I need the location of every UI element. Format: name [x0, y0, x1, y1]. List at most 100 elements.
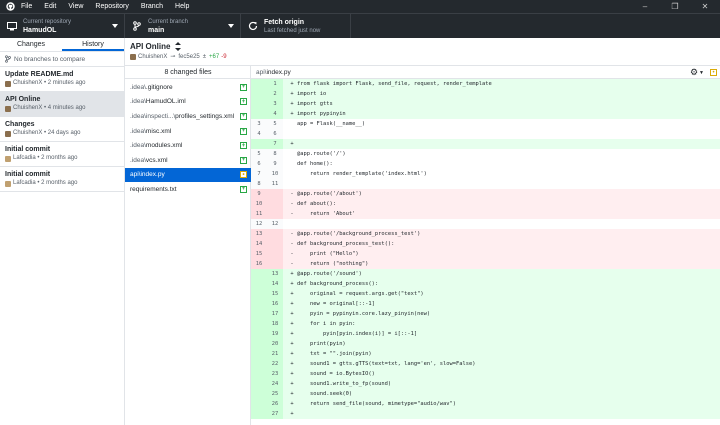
new-line-number: 8: [267, 149, 283, 159]
old-line-number: 4: [251, 129, 267, 139]
diff-line[interactable]: 14 + def background_process():: [251, 279, 720, 289]
diff-settings-button[interactable]: ⚙ ▼: [690, 68, 704, 77]
diff-line[interactable]: 20 + print(pyin): [251, 339, 720, 349]
file-modified-icon: •: [710, 69, 717, 76]
commit-list-item[interactable]: Initial commit Lafcadia • 2 months ago: [0, 167, 124, 192]
diff-marker: +: [290, 411, 294, 417]
current-branch-button[interactable]: Current branch main: [125, 14, 241, 38]
diff-marker: -: [290, 261, 294, 267]
diff-code: def home():: [297, 161, 333, 167]
diff-line[interactable]: 18 + for i in pyin:: [251, 319, 720, 329]
menu-view[interactable]: View: [68, 3, 83, 10]
old-line-number: [251, 139, 267, 149]
diff-marker: -: [290, 211, 294, 217]
diff-code: txt = "".join(pyin): [297, 351, 372, 357]
fetch-origin-button[interactable]: Fetch origin Last fetched just now: [241, 14, 351, 38]
diff-line[interactable]: 6 9 def home():: [251, 159, 720, 169]
old-line-number: 16: [251, 259, 267, 269]
diff-line[interactable]: 1 + from flask import Flask, send_file, re…: [251, 79, 720, 89]
menu-edit[interactable]: Edit: [44, 3, 56, 10]
diff-line[interactable]: 15 - print ("Hello"): [251, 249, 720, 259]
commit-summary-author: ChuishenX: [138, 53, 168, 60]
file-added-icon: +: [240, 112, 247, 120]
diff-code: from flask import Flask, send_file, requ…: [297, 81, 492, 87]
diff-line[interactable]: 9 - @app.route('/about'): [251, 189, 720, 199]
commit-time: 24 days ago: [47, 130, 81, 136]
commit-list-item[interactable]: Update README.md ChuishenX • 2 minutes a…: [0, 67, 124, 92]
diff-file-name: index.py: [266, 68, 291, 76]
diff-line[interactable]: 13 + @app.route('/sound'): [251, 269, 720, 279]
diff-line[interactable]: 11 - return 'About': [251, 209, 720, 219]
diff-line[interactable]: 24 + sound1.write_to_fp(sound): [251, 379, 720, 389]
commit-icon: ⊸: [170, 54, 176, 60]
diff-line[interactable]: 12 12: [251, 219, 720, 229]
new-line-number: 11: [267, 179, 283, 189]
diff-line[interactable]: 16 - return ("nothing"): [251, 259, 720, 269]
file-list-item[interactable]: .idea\modules.xml +: [125, 138, 251, 153]
diff-marker: -: [290, 201, 294, 207]
diff-line[interactable]: 16 + new = original[::-1]: [251, 299, 720, 309]
menu-help[interactable]: Help: [175, 3, 189, 10]
old-line-number: [251, 289, 267, 299]
diff-line[interactable]: 10 - def about():: [251, 199, 720, 209]
file-added-icon: +: [240, 185, 247, 193]
monitor-icon: [5, 21, 19, 31]
diff-line[interactable]: 46: [251, 129, 720, 139]
diff-line[interactable]: 3 + import gtts: [251, 99, 720, 109]
diff-marker: +: [290, 311, 294, 317]
diff-line[interactable]: 4 + import pypinyin: [251, 109, 720, 119]
file-name: HamudOL.iml: [145, 98, 186, 106]
file-added-icon: +: [240, 98, 247, 106]
file-dir: .idea\: [130, 98, 146, 106]
diff-line[interactable]: 13 - @app.route('/background_process_test'…: [251, 229, 720, 239]
commit-sha: fec5e25: [178, 53, 200, 60]
diff-line[interactable]: 14 - def background_process_test():: [251, 239, 720, 249]
old-line-number: [251, 369, 267, 379]
current-repository-button[interactable]: Current repository HamudOL: [0, 14, 125, 38]
diff-code: sound.seek(0): [297, 391, 353, 397]
commit-list-item[interactable]: API Online ChuishenX • 4 minutes ago: [0, 92, 124, 117]
diff-line[interactable]: 17 + pyin = pypinyin.core.lazy_pinyin(new…: [251, 309, 720, 319]
menu-branch[interactable]: Branch: [141, 3, 163, 10]
file-list-item[interactable]: api\index.py •: [125, 167, 251, 183]
diff-line[interactable]: 22 + sound1 = gtts.gTTS(text=txt, lang='e…: [251, 359, 720, 369]
file-list-item[interactable]: .idea\inspecti...\profiles_settings.xml …: [125, 109, 251, 124]
expand-icon[interactable]: [175, 42, 182, 51]
diff-code: def background_process():: [297, 281, 379, 287]
diff-line[interactable]: 26 + return send_file(sound, mimetype="au…: [251, 399, 720, 409]
diff-line[interactable]: 27 +: [251, 409, 720, 419]
menu-repository[interactable]: Repository: [95, 3, 128, 10]
old-line-number: 7: [251, 169, 267, 179]
diff-line[interactable]: 5 8 @app.route('/'): [251, 149, 720, 159]
old-line-number: [251, 299, 267, 309]
close-button[interactable]: ✕: [690, 0, 720, 13]
new-line-number: [267, 209, 283, 219]
diff-line[interactable]: 25 + sound.seek(0): [251, 389, 720, 399]
branch-compare-input[interactable]: No branches to compare: [0, 52, 124, 67]
tab-changes[interactable]: Changes: [0, 38, 62, 51]
file-name: modules.xml: [145, 142, 183, 150]
diff-line[interactable]: 21 + txt = "".join(pyin): [251, 349, 720, 359]
menu-file[interactable]: File: [21, 3, 32, 10]
diff-line[interactable]: 7 +: [251, 139, 720, 149]
tab-history[interactable]: History: [62, 38, 124, 51]
file-list-item[interactable]: requirements.txt +: [125, 182, 251, 197]
diff-marker: +: [290, 271, 294, 277]
diff-line[interactable]: 8 11: [251, 179, 720, 189]
restore-button[interactable]: ❐: [660, 0, 690, 13]
diff-marker: +: [290, 111, 294, 117]
diff-line[interactable]: 23 + sound = io.BytesIO(): [251, 369, 720, 379]
diff-line[interactable]: 3 5 app = Flask(__name__): [251, 119, 720, 129]
minimize-button[interactable]: –: [630, 0, 660, 13]
diff-line[interactable]: 7 10 return render_template('index.html'): [251, 169, 720, 179]
commit-list-item[interactable]: Changes ChuishenX • 24 days ago: [0, 117, 124, 142]
commit-list-item[interactable]: Initial commit Lafcadia • 2 months ago: [0, 142, 124, 167]
file-list-item[interactable]: .idea\HamudOL.iml +: [125, 95, 251, 110]
file-list-item[interactable]: .idea\misc.xml +: [125, 124, 251, 139]
diff-marker: +: [290, 401, 294, 407]
diff-line[interactable]: 15 + original = request.args.get("text"): [251, 289, 720, 299]
diff-line[interactable]: 2 + import io: [251, 89, 720, 99]
file-list-item[interactable]: .idea\vcs.xml +: [125, 153, 251, 168]
diff-line[interactable]: 19 + pyin[pyin.index(i)] = i[::-1]: [251, 329, 720, 339]
file-list-item[interactable]: .idea\.gitignore +: [125, 80, 251, 95]
